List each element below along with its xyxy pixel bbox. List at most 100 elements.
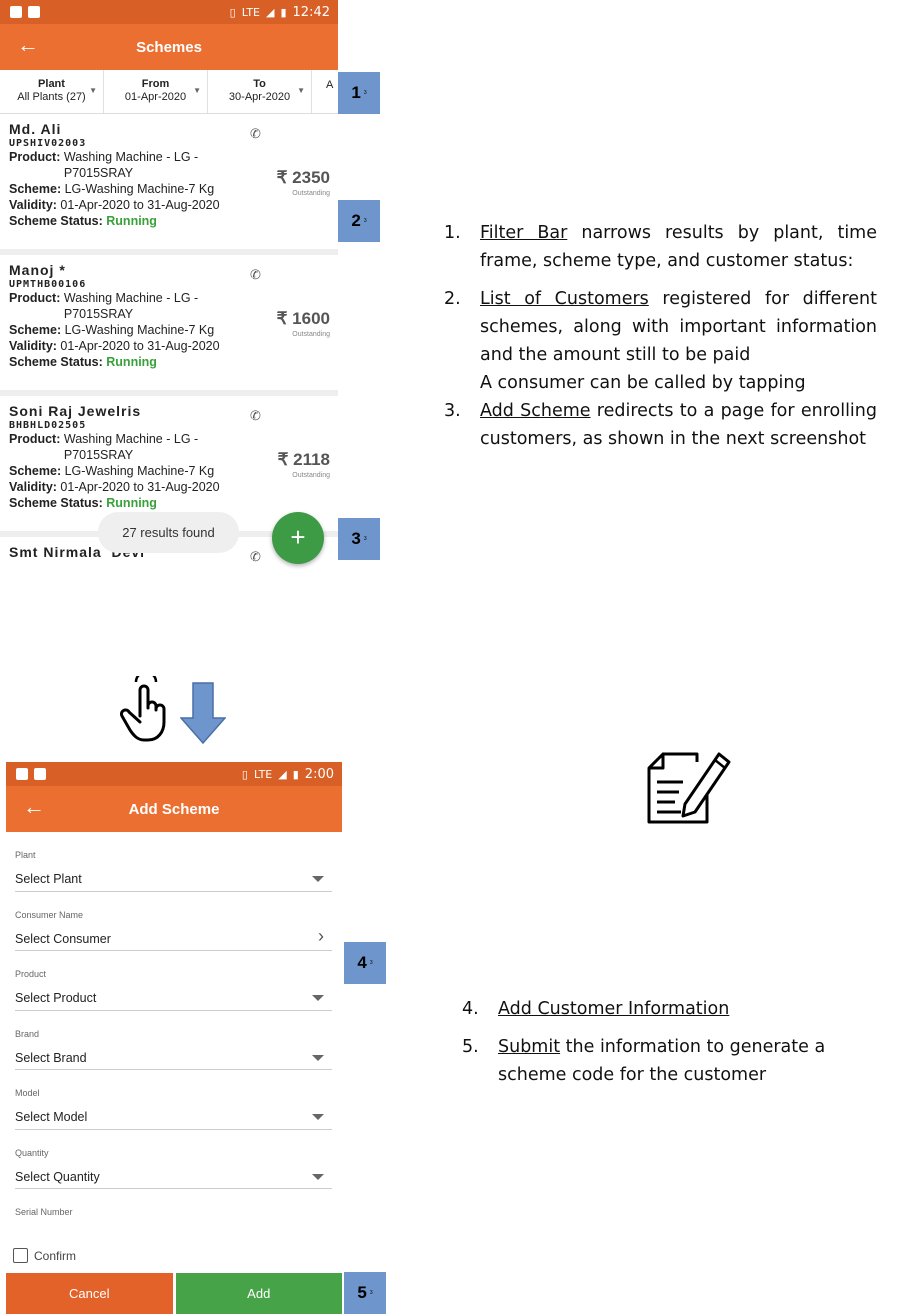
caret-down-icon: ▼: [193, 86, 201, 95]
field-value: Select Quantity: [15, 1169, 100, 1184]
arrow-left-icon[interactable]: ←: [22, 794, 46, 820]
scheme-value: LG-Washing Machine-7 Kg: [64, 464, 215, 478]
quantity-select[interactable]: Quantity Select Quantity: [15, 1130, 332, 1189]
callout-mark: 3: [363, 90, 367, 96]
filter-label: To: [253, 78, 266, 90]
phone-icon[interactable]: ✆: [250, 126, 261, 142]
phone-icon[interactable]: ✆: [250, 408, 261, 424]
note-link: Add Customer Information: [498, 999, 730, 1019]
app-notification-icon: [34, 768, 46, 780]
status-time: 2:00: [304, 766, 334, 782]
validity-value: 01-Apr-2020 to 31-Aug-2020: [60, 198, 220, 212]
vibrate-icon: ▯: [229, 5, 236, 19]
filter-value: 01-Apr-2020: [124, 91, 187, 103]
page-title: Add Scheme: [128, 800, 220, 818]
note-number: 3.: [444, 401, 461, 421]
status-label: Scheme Status:: [9, 355, 103, 369]
status-label: Scheme Status:: [9, 496, 103, 510]
callout-number: 1: [351, 83, 361, 102]
status-line: Scheme Status: Running: [9, 495, 330, 511]
add-button[interactable]: Add: [175, 1273, 342, 1314]
product-select[interactable]: Product Select Product: [15, 951, 332, 1011]
note-extra: A consumer can be called by tapping: [480, 373, 806, 393]
caret-down-icon: ▼: [89, 86, 97, 95]
note-item: 2. List of Customers registered for diff…: [444, 285, 877, 397]
product-label: Product:: [9, 291, 61, 305]
field-value: Select Plant: [15, 872, 82, 886]
brand-select[interactable]: Brand Select Brand: [15, 1011, 332, 1070]
validity-line: Validity: 01-Apr-2020 to 31-Aug-2020: [9, 479, 330, 495]
down-arrow-icon: [180, 682, 226, 744]
tap-hand-icon: [120, 676, 166, 742]
scheme-label: Scheme:: [9, 464, 62, 478]
field-label: Quantity: [15, 1147, 49, 1158]
amount-value: ₹ 1600: [276, 309, 330, 328]
filter-label: From: [141, 78, 170, 90]
amount-caption: Outstanding: [292, 190, 330, 197]
results-toast: 27 results found: [98, 512, 239, 553]
product-value: Washing Machine - LG - P7015SRAY: [63, 432, 199, 462]
notes-top: 1. Filter Bar narrows results by plant, …: [444, 219, 877, 463]
validity-label: Validity:: [9, 339, 57, 353]
amount-caption: Outstanding: [292, 472, 330, 479]
checkbox-icon[interactable]: [13, 1248, 28, 1263]
customer-code: BHBHLD02505: [9, 420, 87, 431]
model-select[interactable]: Model Select Model: [15, 1070, 332, 1130]
customer-card[interactable]: Md. Ali UPSHIV02003 Product: Washing Mac…: [0, 114, 338, 255]
field-label: Product: [15, 969, 47, 979]
filter-plant[interactable]: Plant All Plants (27) ▼: [0, 70, 104, 113]
app-notification-icon: [28, 6, 40, 18]
status-badge: Running: [106, 496, 157, 510]
outstanding-amount: ₹ 2118 Outstanding: [278, 450, 330, 479]
note-number: 4.: [462, 999, 479, 1019]
add-scheme-screen: ▯ LTE ◢ ▮ 2:00 ← Add Scheme Plant Select…: [6, 762, 342, 1314]
callout-number: 3: [351, 529, 361, 548]
arrow-left-icon[interactable]: ←: [16, 32, 40, 58]
cancel-button[interactable]: Cancel: [6, 1273, 173, 1314]
callout-number: 5: [357, 1283, 367, 1302]
customer-name: Manoj *: [9, 262, 66, 278]
status-time: 12:42: [292, 4, 330, 20]
serial-number-field[interactable]: Serial Number: [15, 1189, 332, 1249]
scheme-value: LG-Washing Machine-7 Kg: [64, 323, 215, 337]
customer-code: UPMTHB00106: [9, 279, 87, 290]
outstanding-amount: ₹ 2350 Outstanding: [277, 168, 330, 197]
add-scheme-button[interactable]: +: [272, 512, 324, 564]
field-value: Select Brand: [15, 1050, 87, 1065]
note-item: 3. Add Scheme redirects to a page for en…: [444, 397, 877, 453]
phone-icon[interactable]: ✆: [250, 549, 261, 565]
note-item: 1. Filter Bar narrows results by plant, …: [444, 219, 877, 275]
confirm-label: Confirm: [34, 1248, 77, 1263]
filter-to[interactable]: To 30-Apr-2020 ▼: [208, 70, 312, 113]
confirm-checkbox[interactable]: Confirm: [13, 1248, 76, 1263]
callout-5: 53: [344, 1272, 386, 1314]
app-bar: ← Schemes: [0, 24, 338, 70]
callout-mark: 3: [369, 960, 373, 966]
field-label: Consumer Name: [15, 909, 84, 920]
note-number: 1.: [444, 223, 461, 243]
filter-from[interactable]: From 01-Apr-2020 ▼: [104, 70, 208, 113]
product-label: Product:: [9, 432, 61, 446]
plant-select[interactable]: Plant Select Plant: [15, 832, 332, 892]
filter-value: A: [326, 79, 334, 91]
filter-more[interactable]: A: [312, 70, 338, 113]
app-bar: ← Add Scheme: [6, 786, 342, 832]
callout-number: 2: [351, 211, 361, 230]
validity-label: Validity:: [9, 480, 57, 494]
callout-number: 4: [357, 953, 367, 972]
lte-icon: LTE: [253, 767, 273, 781]
status-label: Scheme Status:: [9, 214, 103, 228]
field-label: Plant: [15, 850, 36, 860]
callout-4: 43: [344, 942, 386, 984]
scheme-value: LG-Washing Machine-7 Kg: [64, 182, 215, 196]
callout-3: 33: [338, 518, 380, 560]
customer-name: Md. Ali: [9, 121, 62, 137]
product-value: Washing Machine - LG - P7015SRAY: [63, 150, 199, 180]
status-badge: Running: [106, 214, 157, 228]
consumer-select[interactable]: Consumer Name Select Consumer ›: [15, 892, 332, 951]
customer-card[interactable]: Manoj * UPMTHB00106 Product: Washing Mac…: [0, 255, 338, 396]
filter-label: Plant: [38, 78, 65, 90]
note-link: List of Customers: [480, 289, 649, 309]
phone-icon[interactable]: ✆: [250, 267, 261, 283]
caret-down-icon: [312, 1173, 324, 1180]
